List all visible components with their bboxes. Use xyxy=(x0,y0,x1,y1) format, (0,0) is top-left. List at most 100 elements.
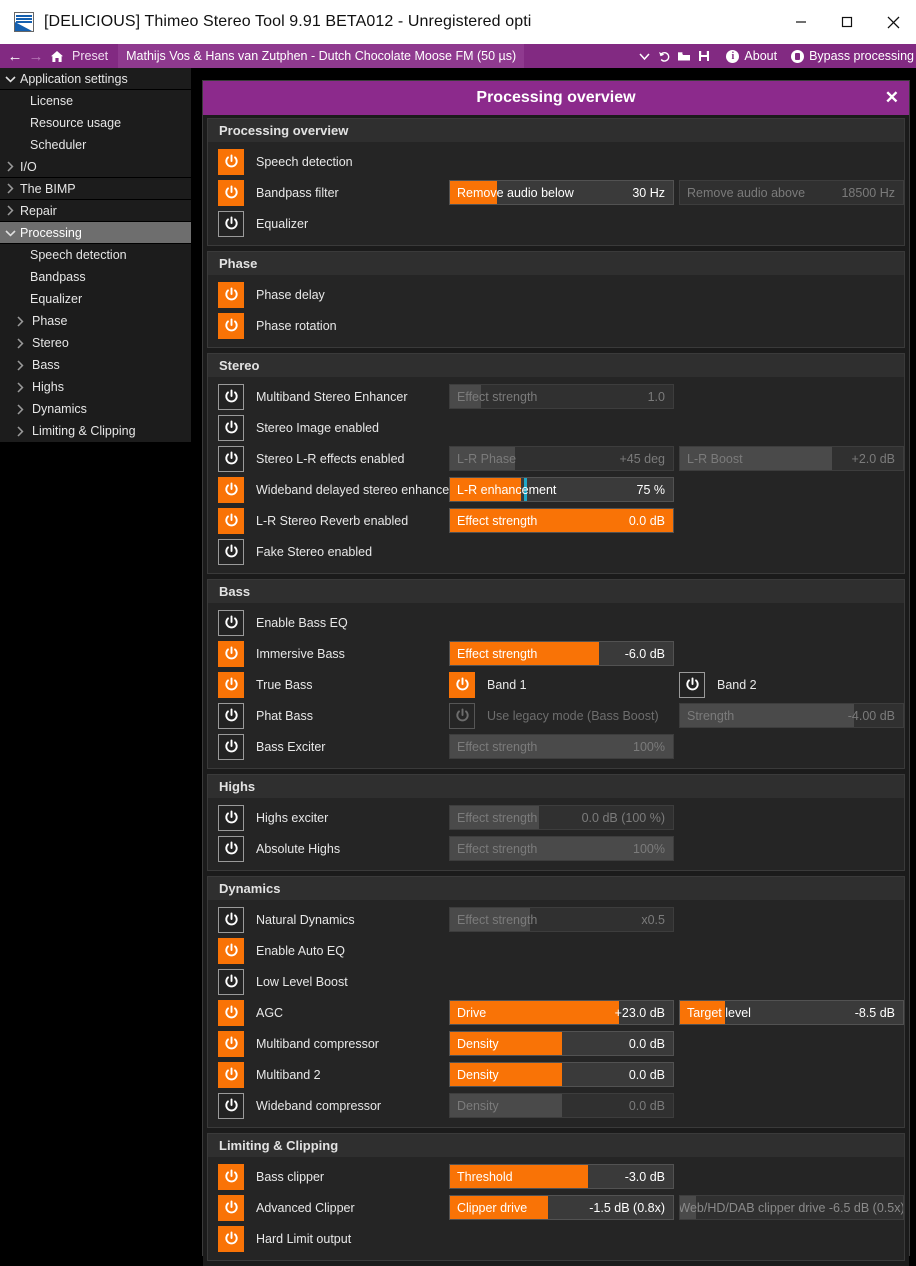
about-button[interactable]: i About xyxy=(726,49,777,63)
sidebar-item-dynamics[interactable]: Dynamics xyxy=(0,398,191,420)
power-toggle-icon[interactable] xyxy=(218,1194,244,1221)
power-toggle-icon[interactable] xyxy=(218,445,244,472)
power-toggle-icon[interactable] xyxy=(449,702,475,729)
chevron-down-icon[interactable] xyxy=(634,52,654,61)
power-toggle-icon[interactable] xyxy=(218,414,244,441)
chevron-right-icon[interactable] xyxy=(0,161,20,172)
value-slider[interactable]: Density 0.0 dB xyxy=(449,1031,674,1056)
value-slider[interactable]: Drive +23.0 dB xyxy=(449,1000,674,1025)
sidebar-item-equalizer[interactable]: Equalizer xyxy=(0,288,191,310)
value-slider[interactable]: L-R Boost +2.0 dB xyxy=(679,446,904,471)
bypass-processing-button[interactable]: Bypass processing xyxy=(791,49,914,63)
power-toggle-icon[interactable] xyxy=(679,671,705,698)
chevron-right-icon[interactable] xyxy=(10,359,30,371)
power-toggle-icon[interactable] xyxy=(218,702,244,729)
sidebar-item-i-o[interactable]: I/O xyxy=(0,156,191,178)
chevron-right-icon[interactable] xyxy=(10,337,30,349)
open-folder-icon[interactable] xyxy=(674,50,694,62)
power-toggle-icon[interactable] xyxy=(218,1092,244,1119)
row-label: Stereo L-R effects enabled xyxy=(256,451,405,466)
value-slider[interactable]: Effect strength 0.0 dB xyxy=(449,508,674,533)
chevron-right-icon[interactable] xyxy=(10,403,30,415)
sidebar-item-label: License xyxy=(30,94,74,108)
home-icon[interactable] xyxy=(46,44,68,68)
power-toggle-icon[interactable] xyxy=(218,1061,244,1088)
chevron-right-icon[interactable] xyxy=(10,425,30,437)
chevron-down-icon[interactable] xyxy=(0,229,20,237)
forward-arrow-icon[interactable]: → xyxy=(26,44,46,68)
minimize-button[interactable] xyxy=(778,0,824,44)
value-slider[interactable]: L-R Phase +45 deg xyxy=(449,446,674,471)
chevron-down-icon[interactable] xyxy=(0,75,20,83)
slider-value: -4.00 dB xyxy=(847,708,895,723)
power-toggle-icon[interactable] xyxy=(218,538,244,565)
power-toggle-icon[interactable] xyxy=(449,671,475,698)
value-slider[interactable]: Effect strength 1.0 xyxy=(449,384,674,409)
sidebar-item-highs[interactable]: Highs xyxy=(0,376,191,398)
sidebar-item-resource-usage[interactable]: Resource usage xyxy=(0,112,191,134)
chevron-right-icon[interactable] xyxy=(0,205,20,216)
value-slider[interactable]: L-R enhancement 75 % xyxy=(449,477,674,502)
sidebar-item-bandpass[interactable]: Bandpass xyxy=(0,266,191,288)
sidebar-item-repair[interactable]: Repair xyxy=(0,200,191,222)
value-slider[interactable]: Threshold -3.0 dB xyxy=(449,1164,674,1189)
section-rows: Bass clipper Threshold -3.0 dB Advanced Cli… xyxy=(208,1157,904,1260)
sidebar-item-processing[interactable]: Processing xyxy=(0,222,191,244)
value-slider[interactable]: Effect strength 100% xyxy=(449,734,674,759)
power-toggle-icon[interactable] xyxy=(218,148,244,175)
value-slider[interactable]: Remove audio below 30 Hz xyxy=(449,180,674,205)
value-slider[interactable]: Density 0.0 dB xyxy=(449,1093,674,1118)
value-slider[interactable]: Effect strength x0.5 xyxy=(449,907,674,932)
power-toggle-icon[interactable] xyxy=(218,179,244,206)
value-slider[interactable]: Web/HD/DAB clipper drive -6.5 dB (0.5x) xyxy=(679,1195,904,1220)
revert-icon[interactable] xyxy=(654,50,674,63)
power-toggle-icon[interactable] xyxy=(218,1163,244,1190)
sidebar-item-license[interactable]: License xyxy=(0,90,191,112)
sidebar-item-bass[interactable]: Bass xyxy=(0,354,191,376)
sidebar-item-the-bimp[interactable]: The BIMP xyxy=(0,178,191,200)
window-title-bar: [DELICIOUS] Thimeo Stereo Tool 9.91 BETA… xyxy=(0,0,916,44)
sidebar-item-stereo[interactable]: Stereo xyxy=(0,332,191,354)
power-toggle-icon[interactable] xyxy=(218,640,244,667)
power-toggle-icon[interactable] xyxy=(218,1225,244,1252)
power-toggle-icon[interactable] xyxy=(218,937,244,964)
power-toggle-icon[interactable] xyxy=(218,476,244,503)
power-toggle-icon[interactable] xyxy=(218,383,244,410)
power-toggle-icon[interactable] xyxy=(218,835,244,862)
power-toggle-icon[interactable] xyxy=(218,804,244,831)
chevron-right-icon[interactable] xyxy=(0,183,20,194)
sidebar-item-phase[interactable]: Phase xyxy=(0,310,191,332)
value-slider[interactable]: Strength -4.00 dB xyxy=(679,703,904,728)
sidebar-item-scheduler[interactable]: Scheduler xyxy=(0,134,191,156)
chevron-right-icon[interactable] xyxy=(10,315,30,327)
value-slider[interactable]: Clipper drive -1.5 dB (0.8x) xyxy=(449,1195,674,1220)
value-slider[interactable]: Effect strength 100% xyxy=(449,836,674,861)
power-toggle-icon[interactable] xyxy=(218,733,244,760)
power-toggle-icon[interactable] xyxy=(218,609,244,636)
sidebar-item-application-settings[interactable]: Application settings xyxy=(0,68,191,90)
value-slider[interactable]: Effect strength 0.0 dB (100 %) xyxy=(449,805,674,830)
sidebar-item-speech-detection[interactable]: Speech detection xyxy=(0,244,191,266)
power-toggle-icon[interactable] xyxy=(218,906,244,933)
sidebar-item-limiting-clipping[interactable]: Limiting & Clipping xyxy=(0,420,191,442)
power-toggle-icon[interactable] xyxy=(218,968,244,995)
power-toggle-icon[interactable] xyxy=(218,312,244,339)
back-arrow-icon[interactable]: ← xyxy=(4,44,26,68)
value-slider[interactable]: Density 0.0 dB xyxy=(449,1062,674,1087)
maximize-button[interactable] xyxy=(824,0,870,44)
panel-close-icon[interactable]: ✕ xyxy=(885,81,899,115)
value-slider[interactable]: Target level -8.5 dB xyxy=(679,1000,904,1025)
value-slider[interactable]: Effect strength -6.0 dB xyxy=(449,641,674,666)
value-slider[interactable]: Remove audio above 18500 Hz xyxy=(679,180,904,205)
chevron-right-icon[interactable] xyxy=(10,381,30,393)
save-disk-icon[interactable] xyxy=(694,50,714,62)
power-toggle-icon[interactable] xyxy=(218,210,244,237)
power-toggle-icon[interactable] xyxy=(218,671,244,698)
preset-name-field[interactable]: Mathijs Vos & Hans van Zutphen - Dutch C… xyxy=(118,44,525,68)
power-toggle-icon[interactable] xyxy=(218,999,244,1026)
power-toggle-icon[interactable] xyxy=(218,281,244,308)
processing-row: Multiband 2 Density 0.0 dB xyxy=(208,1059,904,1090)
close-button[interactable] xyxy=(870,0,916,44)
power-toggle-icon[interactable] xyxy=(218,1030,244,1057)
power-toggle-icon[interactable] xyxy=(218,507,244,534)
